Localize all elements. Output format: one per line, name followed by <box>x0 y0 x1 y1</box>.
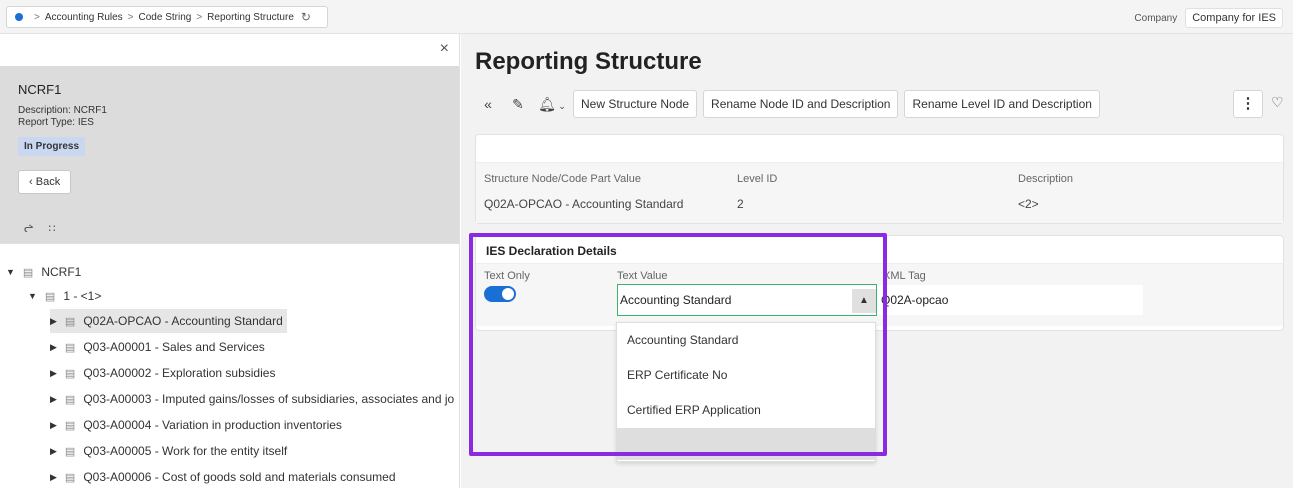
bell-icon[interactable]: 🔔︎ ⌄ <box>535 96 569 113</box>
collapse-icon[interactable]: « <box>475 96 501 112</box>
caret-right-icon[interactable]: ▶ <box>50 472 57 483</box>
chevron-right-icon: > <box>196 11 203 23</box>
navigator-panel: × NCRF1 Description: NCRF1 Report Type: … <box>0 34 460 488</box>
level-id-value: 2 <box>737 197 744 211</box>
tree-node[interactable]: ▶ ▤ Q03-A00002 - Exploration subsidies <box>50 361 275 385</box>
tree-node[interactable]: ▶ ▤ Q03-A00004 - Variation in production… <box>50 413 342 437</box>
dropdown-option-empty[interactable] <box>617 428 875 460</box>
ies-fields: Text Only Text Value Accounting Standard… <box>476 264 1283 326</box>
folder-icon: ▤ <box>64 367 76 380</box>
caret-down-icon[interactable]: ▼ <box>28 291 37 301</box>
chevron-right-icon: > <box>34 11 40 23</box>
caret-down-icon[interactable]: ▼ <box>6 267 15 277</box>
pin-icon[interactable]: ᖠ <box>24 223 33 235</box>
description-value: <2> <box>1018 197 1039 211</box>
chevron-right-icon: > <box>127 11 134 23</box>
back-label: Back <box>35 176 61 188</box>
tree-node[interactable]: ▼ ▤ 1 - <1> <box>28 284 101 308</box>
top-bar: > Accounting Rules > Code String > Repor… <box>0 0 1293 34</box>
main-content: Reporting Structure « ✎ 🔔︎ ⌄ New Structu… <box>461 34 1293 488</box>
tree-node-label: Q03-A00003 - Imputed gains/losses of sub… <box>83 392 455 406</box>
home-icon[interactable] <box>15 13 23 21</box>
tree-node-label: Q03-A00005 - Work for the entity itself <box>83 444 288 458</box>
node-fields: Structure Node/Code Part Value Q02A-OPCA… <box>476 163 1283 223</box>
more-options-icon[interactable]: ⋮ <box>1233 90 1263 118</box>
record-report-type: Report Type: IES <box>18 117 94 128</box>
tree-node[interactable]: ▼ ▤ NCRF1 <box>6 260 81 284</box>
tree-node-label: NCRF1 <box>41 265 82 279</box>
text-value-label: Text Value <box>617 270 668 282</box>
new-structure-node-button[interactable]: New Structure Node <box>573 90 698 118</box>
breadcrumb-item-accounting-rules[interactable]: Accounting Rules <box>45 12 123 23</box>
folder-icon: ▤ <box>64 315 76 328</box>
tree-node-label: Q03-A00001 - Sales and Services <box>83 340 265 354</box>
tree-toolbar: ᖠ ∷ <box>0 214 459 244</box>
card-header <box>476 135 1283 163</box>
xml-tag-label: XML Tag <box>883 270 926 282</box>
back-button[interactable]: ‹ Back <box>18 170 72 194</box>
tree-node-selected[interactable]: ▶ ▤ Q02A-OPCAO - Accounting Standard <box>50 309 287 333</box>
dropdown-option[interactable]: ERP Certificate No <box>617 358 875 393</box>
caret-right-icon[interactable]: ▶ <box>50 316 57 327</box>
caret-right-icon[interactable]: ▶ <box>50 446 57 457</box>
company-label: Company <box>1134 12 1178 24</box>
dropdown-option[interactable]: Certified ERP Application <box>617 393 875 428</box>
node-details-card: Structure Node/Code Part Value Q02A-OPCA… <box>475 134 1284 224</box>
chevron-left-icon: ‹ <box>29 176 33 188</box>
text-value-select[interactable]: Accounting Standard ▲ <box>617 284 877 316</box>
structure-node-value: Q02A-OPCAO - Accounting Standard <box>484 197 684 211</box>
folder-icon: ▤ <box>44 290 56 303</box>
caret-right-icon[interactable]: ▶ <box>50 394 57 405</box>
folder-icon: ▤ <box>64 445 76 458</box>
breadcrumb-item-reporting-structure: Reporting Structure <box>207 11 294 23</box>
record-description: Description: NCRF1 <box>18 105 107 116</box>
tree-node[interactable]: ▶ ▤ Q03-A00005 - Work for the entity its… <box>50 439 287 463</box>
text-value-dropdown: Accounting Standard ERP Certificate No C… <box>616 322 876 462</box>
xml-tag-value: Q02A-opcao <box>877 285 1143 315</box>
rename-level-button[interactable]: Rename Level ID and Description <box>904 90 1100 118</box>
tree-node-label: Q03-A00004 - Variation in production inv… <box>83 418 342 432</box>
ies-card-title: IES Declaration Details <box>476 236 1283 264</box>
tree-node[interactable]: ▶ ▤ Q03-A00006 - Cost of goods sold and … <box>50 465 396 488</box>
company-selector: Company Company for IES <box>1134 8 1283 28</box>
favorite-heart-icon[interactable]: ♡ <box>1271 94 1284 111</box>
caret-right-icon[interactable]: ▶ <box>50 368 57 379</box>
ies-declaration-card: IES Declaration Details Text Only Text V… <box>475 235 1284 331</box>
caret-right-icon[interactable]: ▶ <box>50 342 57 353</box>
tree-node-label: Q03-A00006 - Cost of goods sold and mate… <box>83 470 396 484</box>
record-title: NCRF1 <box>18 82 62 97</box>
description-label: Description <box>1018 173 1074 185</box>
text-only-label: Text Only <box>484 270 530 282</box>
tree-node[interactable]: ▶ ▤ Q03-A00003 - Imputed gains/losses of… <box>50 387 454 411</box>
rename-node-button[interactable]: Rename Node ID and Description <box>703 90 899 118</box>
status-badge: In Progress <box>18 137 86 156</box>
folder-icon: ▤ <box>64 393 76 406</box>
hierarchy-icon[interactable]: ∷ <box>48 223 55 235</box>
page-title: Reporting Structure <box>475 48 702 75</box>
company-value[interactable]: Company for IES <box>1185 8 1283 28</box>
close-icon[interactable]: × <box>440 40 449 58</box>
breadcrumb-item-code-string[interactable]: Code String <box>139 12 192 23</box>
command-toolbar: « ✎ 🔔︎ ⌄ New Structure Node Rename Node … <box>475 90 1285 118</box>
tree-node[interactable]: ▶ ▤ Q03-A00001 - Sales and Services <box>50 335 265 359</box>
structure-tree: ▼ ▤ NCRF1 ▼ ▤ 1 - <1> ▶ ▤ Q02A-OPCAO - A… <box>0 254 459 488</box>
tree-node-label: Q02A-OPCAO - Accounting Standard <box>83 314 283 328</box>
structure-node-label: Structure Node/Code Part Value <box>484 173 641 185</box>
folder-icon: ▤ <box>64 471 76 484</box>
text-only-toggle[interactable] <box>484 286 516 302</box>
folder-icon: ▤ <box>64 419 76 432</box>
breadcrumb: > Accounting Rules > Code String > Repor… <box>6 6 328 28</box>
folder-icon: ▤ <box>64 341 76 354</box>
tree-node-label: Q03-A00002 - Exploration subsidies <box>83 366 276 380</box>
caret-up-icon[interactable]: ▲ <box>852 289 876 313</box>
dropdown-option[interactable]: Accounting Standard <box>617 323 875 358</box>
refresh-icon[interactable]: ↻ <box>301 10 311 24</box>
text-value-selected: Accounting Standard <box>620 293 732 307</box>
caret-right-icon[interactable]: ▶ <box>50 420 57 431</box>
edit-pencil-icon[interactable]: ✎ <box>505 96 531 113</box>
tree-node-label: 1 - <1> <box>63 289 102 303</box>
folder-icon: ▤ <box>22 266 34 279</box>
level-id-label: Level ID <box>737 173 778 185</box>
